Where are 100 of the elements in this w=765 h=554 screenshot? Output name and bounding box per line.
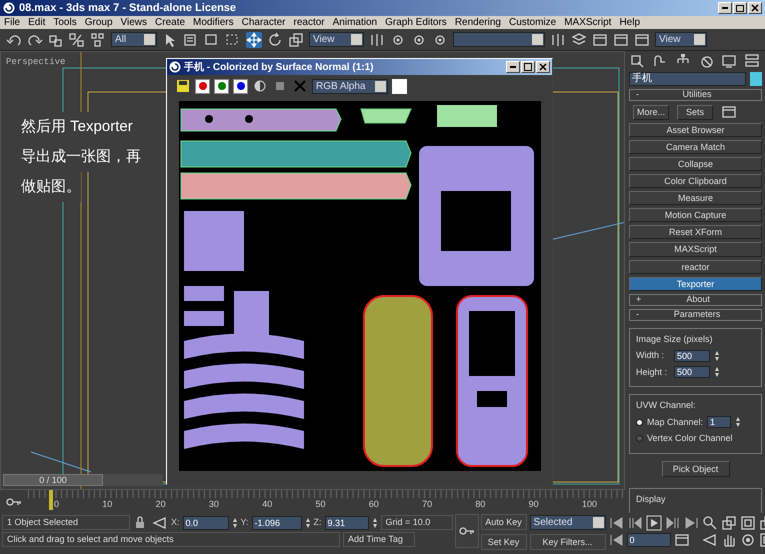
color-swatch[interactable] [392,78,407,94]
time-ruler[interactable]: 0 10 20 30 40 50 60 70 80 90 100 [28,490,625,513]
set-key-button[interactable]: Set Key [480,534,527,550]
unlink-icon[interactable] [69,32,85,48]
key-mode-toggle-icon[interactable] [608,532,624,548]
alpha-icon[interactable] [252,78,268,94]
panel-button[interactable]: More... [633,104,669,120]
mirror-icon[interactable] [550,32,566,48]
radio-button[interactable] [636,418,643,426]
utility-button[interactable]: Motion Capture [629,208,762,222]
height-field[interactable]: 500 [674,366,710,378]
time-slider-thumb[interactable]: 0 / 100 [3,474,103,486]
scale-tool-icon[interactable] [288,32,304,48]
channel-toggle[interactable] [214,78,229,94]
menu-item[interactable]: File [4,15,20,30]
menu-item[interactable]: Rendering [454,15,501,30]
menu-item[interactable]: Group [84,15,113,30]
spinner-icon[interactable] [232,516,238,528]
close-button[interactable] [536,61,550,73]
channel-toggle[interactable] [195,78,210,94]
curve-editor-icon[interactable] [592,32,608,48]
maximize-button[interactable] [521,61,535,73]
menu-item[interactable]: MAXScript [564,15,612,30]
add-time-tag-field[interactable]: Add Time Tag [343,532,415,547]
rollout-header[interactable]: - Utilities [629,89,762,101]
spinner-icon[interactable] [714,366,720,378]
pick-object-button[interactable]: Pick Object [662,460,730,477]
move-tool-icon[interactable] [246,32,262,48]
orbit-icon[interactable] [740,532,756,548]
close-button[interactable] [748,2,762,14]
time-configuration-icon[interactable] [674,532,690,548]
configure-sets-icon[interactable] [721,104,737,120]
current-frame-field[interactable]: 0 [626,532,671,546]
width-field[interactable]: 500 [674,350,710,362]
layers-icon[interactable] [571,32,587,48]
utility-button[interactable]: Asset Browser [629,123,762,138]
go-to-end-icon[interactable] [684,514,700,530]
spinner-icon[interactable] [735,416,742,428]
save-icon[interactable] [175,78,191,94]
spinner-icon[interactable] [372,516,378,528]
minimize-button[interactable] [506,61,520,73]
utility-button[interactable]: Reset XForm [629,225,762,240]
named-selection-dropdown[interactable] [453,32,545,47]
menu-item[interactable]: reactor [294,15,325,30]
zoom-extents-icon[interactable] [740,514,756,530]
menu-item[interactable]: Create [155,15,186,30]
key-filters-button[interactable]: Key Filters... [530,534,606,550]
schematic-view-icon[interactable] [613,32,629,48]
menu-item[interactable]: Graph Editors [385,15,447,30]
spinner-icon[interactable] [304,516,311,528]
menu-item[interactable]: Help [619,15,640,30]
menu-item[interactable]: Tools [53,15,77,30]
pivot-icon[interactable] [369,32,385,48]
utility-button[interactable]: Color Clipboard [629,174,762,188]
rollout-header[interactable]: + About [629,294,762,306]
menu-item[interactable]: Character [242,15,286,30]
previous-frame-icon[interactable] [626,514,643,530]
key-mode-dropdown[interactable]: Selected [530,514,606,530]
selection-filter-dropdown[interactable]: All [111,32,157,47]
x-coordinate-field[interactable]: 0.0 [182,516,229,530]
minimize-button[interactable] [718,2,732,14]
utility-button[interactable]: reactor [629,260,762,274]
frame-marker[interactable] [49,490,53,510]
reference-coordinate-dropdown[interactable]: View [309,32,364,47]
menu-item[interactable]: Customize [508,15,556,30]
map-channel-field[interactable]: 1 [707,416,732,428]
auto-key-button[interactable]: Auto Key [480,514,527,530]
menu-item[interactable]: Modifiers [193,15,234,30]
utility-button[interactable]: Camera Match [629,140,762,154]
play-icon[interactable] [646,514,662,530]
menu-item[interactable]: Views [120,15,148,30]
y-coordinate-field[interactable]: -1.096 [252,516,302,530]
restore-button[interactable] [733,2,747,14]
zoom-icon[interactable] [702,514,718,530]
channel-toggle[interactable] [233,78,248,94]
zoom-all-icon[interactable] [720,514,737,530]
render-scene-icon[interactable] [634,32,650,48]
render-view-dropdown[interactable]: View [655,32,707,47]
rollout-header[interactable]: - Parameters [629,308,762,321]
z-coordinate-field[interactable]: 9.31 [324,516,369,530]
panel-button[interactable]: Sets [677,104,713,120]
go-to-start-icon[interactable] [608,514,624,530]
rotate-tool-icon[interactable] [267,32,283,48]
set-key-mode-button[interactable] [454,514,479,548]
channel-dropdown[interactable]: RGB Alpha [312,78,388,94]
menu-item[interactable]: Edit [28,15,46,30]
absolute-mode-icon[interactable] [152,514,168,530]
next-frame-icon[interactable] [664,514,681,530]
viewport[interactable]: Perspective 然后用 Texporter 导出成一张图，再 做贴图。 0 / 100 手机 - Colorized by Surface Normal (1:1) RGB Alpha [0,51,625,490]
radio-button[interactable] [636,435,643,442]
field-of-view-icon[interactable] [702,532,718,548]
utility-button[interactable]: Collapse [629,157,762,172]
object-name-field[interactable]: 手机 [629,72,746,86]
menu-item[interactable]: Animation [332,15,378,30]
utility-button[interactable]: Measure [629,191,762,206]
utility-button[interactable]: MAXScript [629,242,762,256]
bind-icon[interactable] [90,32,106,48]
object-color-swatch[interactable] [750,72,762,86]
utility-button[interactable]: Texporter [629,276,762,291]
spinner-icon[interactable] [714,350,720,362]
